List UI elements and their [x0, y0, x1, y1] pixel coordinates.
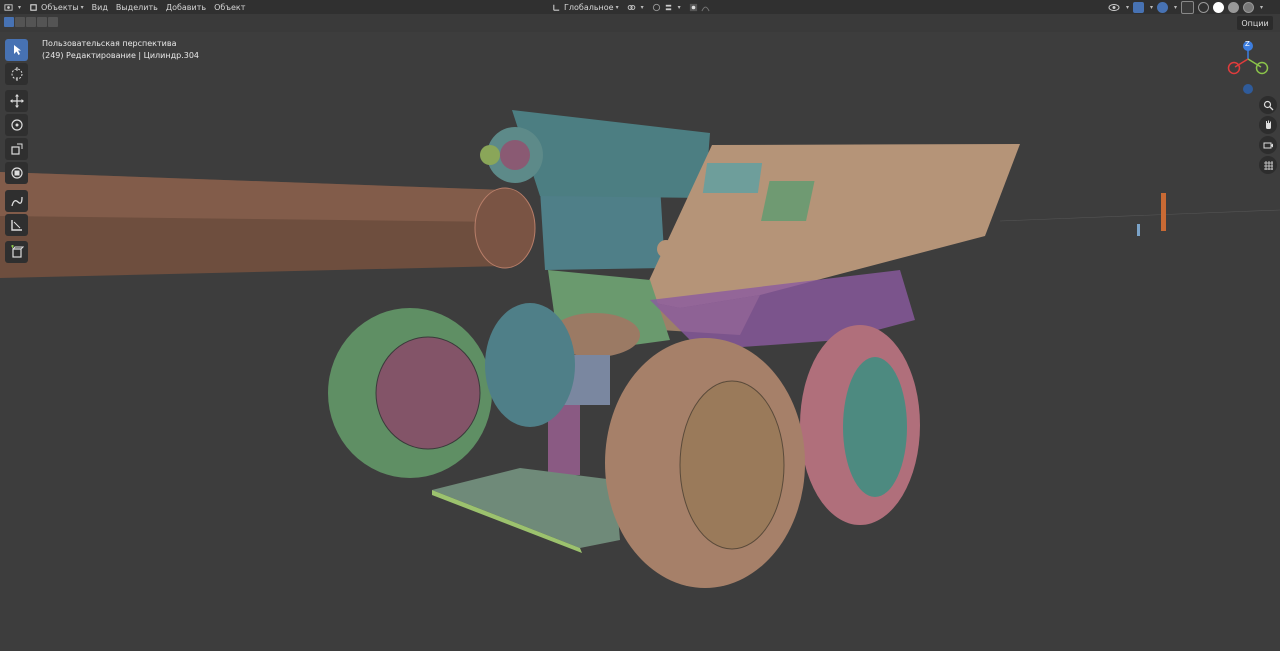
chevron-down-icon: ▾ [1174, 3, 1178, 11]
recoil-cylinder [540, 185, 665, 270]
ruler-icon [10, 220, 22, 231]
chevron-down-icon: ▾ [640, 3, 644, 11]
scale-tool[interactable] [5, 138, 28, 160]
horizon-line [999, 209, 1280, 222]
viewport-header-right: ▾ ▾ ▾ ▾ [1108, 0, 1263, 14]
transform-orientation-selector[interactable]: Глобальное ▾ [548, 0, 623, 14]
proportional-edit-icon [689, 3, 697, 11]
link-icon [627, 4, 635, 10]
chevron-down-icon: ▾ [1150, 3, 1154, 11]
material-shading-icon[interactable] [1228, 1, 1240, 13]
menu-object[interactable]: Объект [210, 0, 249, 14]
solid-shading-icon[interactable] [1213, 1, 1225, 13]
select-intersect-button[interactable] [48, 17, 58, 27]
base-plate [432, 468, 620, 548]
status-line: (249) Редактирование | Цилиндр.304 [42, 51, 200, 60]
scale-icon [10, 143, 22, 155]
transform-icon [10, 167, 23, 179]
menu-view[interactable]: Вид [88, 0, 112, 14]
zoom-button[interactable] [1259, 96, 1277, 114]
snap-toggle[interactable]: ▾ [648, 0, 685, 14]
small-post-object [1137, 224, 1140, 236]
select-extend-button[interactable] [15, 17, 25, 27]
add-cube-icon [10, 245, 24, 258]
select-new-button[interactable] [4, 17, 14, 27]
camera-view-button[interactable] [1259, 136, 1277, 154]
magnet-icon [652, 3, 660, 11]
annotate-tool[interactable] [5, 190, 28, 212]
editor-type-icon [4, 3, 13, 11]
transform-tool[interactable] [5, 162, 28, 184]
orientation-label: Глобальное [564, 2, 614, 12]
select-invert-button[interactable] [37, 17, 47, 27]
axis-z-label: Z [1245, 40, 1250, 48]
ortho-toggle-button[interactable] [1259, 156, 1277, 174]
visibility-eye-icon[interactable] [1108, 2, 1120, 13]
left-rear-wheel [485, 303, 575, 427]
viewport-scene [0, 110, 1280, 588]
chevron-down-icon: ▾ [1260, 3, 1264, 11]
select-subtract-button[interactable] [26, 17, 36, 27]
proportional-edit-toggle[interactable] [685, 0, 717, 14]
tool-settings-bar [0, 14, 1280, 32]
snap-element-icon [665, 4, 671, 10]
rotate-tool[interactable] [5, 114, 28, 136]
options-dropdown[interactable]: Опции [1237, 16, 1273, 30]
cursor-tool[interactable] [5, 63, 28, 85]
pan-button[interactable] [1259, 116, 1277, 134]
select-box-tool[interactable] [5, 39, 28, 61]
rendered-shading-icon[interactable] [1243, 1, 1255, 13]
pivot-point-button[interactable]: ▾ [623, 0, 648, 14]
xray-toggle[interactable] [1181, 0, 1195, 14]
chevron-down-icon: ▾ [80, 3, 84, 11]
move-tool[interactable] [5, 90, 28, 112]
select-mode-group [4, 17, 58, 27]
wireframe-shading-icon[interactable] [1198, 1, 1210, 13]
3d-viewport[interactable]: Пользовательская перспектива (249) Редак… [0, 32, 1280, 651]
editor-type-button[interactable]: ▾ [0, 0, 25, 14]
chevron-down-icon: ▾ [615, 3, 619, 11]
object-mode-icon [30, 3, 37, 11]
hand-icon [1265, 120, 1271, 129]
measure-tool[interactable] [5, 214, 28, 236]
overlay-toggle[interactable] [1157, 1, 1169, 13]
chevron-down-icon: ▾ [1126, 3, 1130, 11]
camera-icon [1263, 142, 1273, 148]
axis-y-handle[interactable] [1255, 61, 1269, 75]
move-arrows-icon [9, 94, 24, 108]
menu-select[interactable]: Выделить [112, 0, 162, 14]
header-bar: ▾ Объекты ▾ Вид Выделить Добавить Объект… [0, 0, 1280, 14]
axis-neg-z-handle[interactable] [1243, 84, 1253, 94]
options-label: Опции [1241, 18, 1269, 28]
grid-icon [1263, 160, 1273, 170]
zoom-icon [1263, 100, 1273, 110]
orientation-icon [553, 4, 560, 11]
axis-x-handle[interactable] [1227, 61, 1241, 75]
mode-label: Объекты [41, 2, 79, 12]
rotate-icon [10, 119, 23, 131]
menu-add[interactable]: Добавить [162, 0, 210, 14]
3d-cursor-icon [11, 67, 22, 81]
falloff-icon [701, 6, 710, 11]
add-cube-tool[interactable] [5, 241, 28, 263]
gizmo-toggle[interactable] [1133, 1, 1145, 13]
view-name: Пользовательская перспектива [42, 39, 177, 48]
spring-object [1161, 193, 1166, 231]
cursor-arrow-icon [13, 45, 21, 55]
pencil-icon [10, 196, 23, 207]
mode-selector[interactable]: Объекты ▾ [25, 0, 88, 14]
chevron-down-icon: ▾ [18, 3, 22, 11]
chevron-down-icon: ▾ [677, 3, 681, 11]
